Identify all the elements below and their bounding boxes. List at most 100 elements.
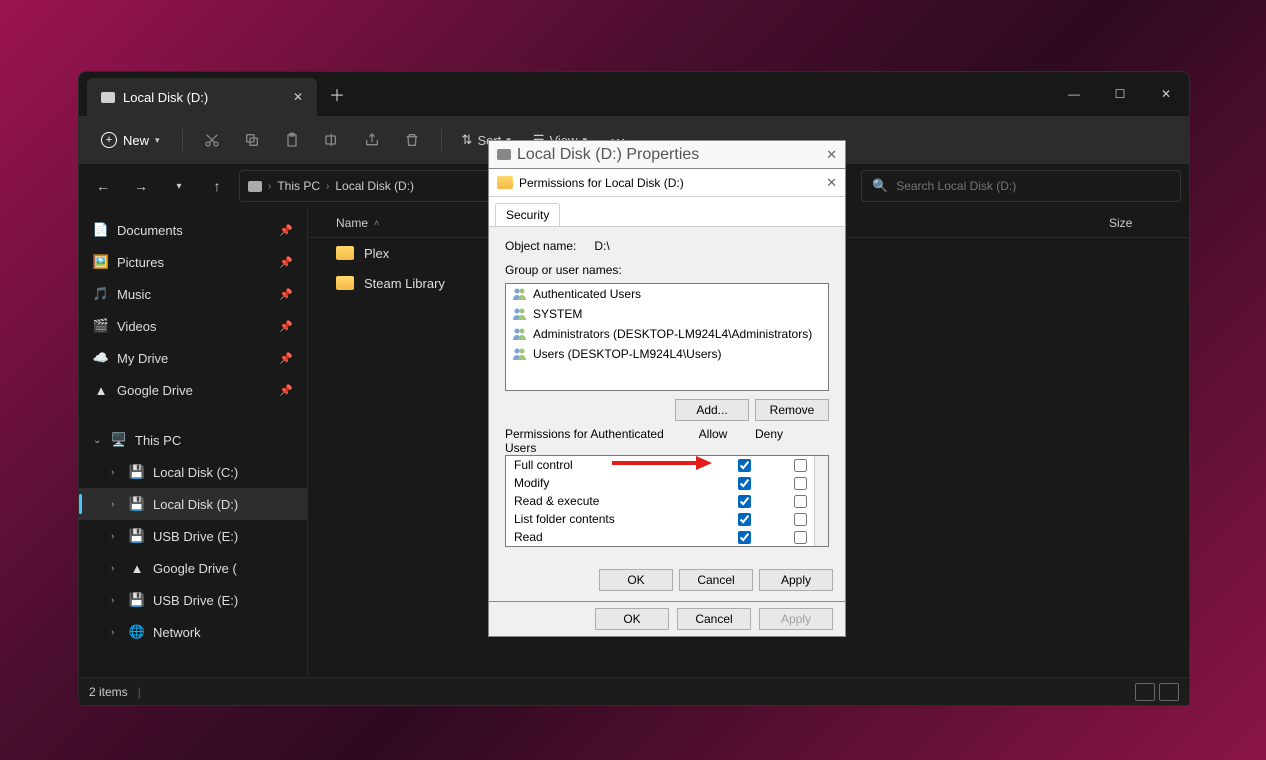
column-size[interactable]: Size <box>1109 216 1189 230</box>
tiles-view-icon[interactable] <box>1159 683 1179 701</box>
paste-icon[interactable] <box>275 123 309 157</box>
properties-title: Local Disk (D:) Properties <box>517 146 699 164</box>
divider <box>441 129 442 151</box>
new-tab-button[interactable]: ＋ <box>317 72 357 116</box>
plus-icon: + <box>101 132 117 148</box>
permission-row: Read <box>506 528 828 546</box>
sidebar-item-my-drive[interactable]: ☁️My Drive📌 <box>79 342 307 374</box>
close-tab-icon[interactable]: ✕ <box>293 90 303 104</box>
user-item[interactable]: Users (DESKTOP-LM924L4\Users) <box>506 344 828 364</box>
usb-icon: 💾 <box>129 592 145 608</box>
add-button[interactable]: Add... <box>675 399 749 421</box>
apply-button[interactable]: Apply <box>759 569 833 591</box>
properties-footer: OK Cancel Apply <box>488 601 846 637</box>
recent-locations-button[interactable]: ▾ <box>163 170 195 202</box>
copy-icon[interactable] <box>235 123 269 157</box>
deny-read-execute-checkbox[interactable] <box>794 495 807 508</box>
users-icon <box>512 347 528 361</box>
sidebar-item-usb-drive[interactable]: ›💾USB Drive (E:) <box>79 520 307 552</box>
deny-modify-checkbox[interactable] <box>794 477 807 490</box>
search-input[interactable] <box>896 179 1170 193</box>
cancel-button[interactable]: Cancel <box>677 608 751 630</box>
sidebar-item-local-disk-c[interactable]: ›💾Local Disk (C:) <box>79 456 307 488</box>
permissions-grid: Full control Modify Read & execute List … <box>505 455 829 547</box>
window-tab[interactable]: Local Disk (D:) ✕ <box>87 78 317 116</box>
pin-icon: 📌 <box>279 256 293 269</box>
forward-button[interactable]: → <box>125 170 157 202</box>
object-name: D:\ <box>594 239 609 253</box>
allow-read-execute-checkbox[interactable] <box>738 495 751 508</box>
sort-asc-icon: ˄ <box>374 218 379 228</box>
deny-header: Deny <box>741 427 797 455</box>
new-button[interactable]: + New ▾ <box>91 126 170 154</box>
chevron-right-icon: › <box>111 595 121 606</box>
ok-button[interactable]: OK <box>599 569 673 591</box>
drive-icon: 💾 <box>129 496 145 512</box>
back-button[interactable]: ← <box>87 170 119 202</box>
deny-list-folder-checkbox[interactable] <box>794 513 807 526</box>
close-button[interactable]: ✕ <box>1143 72 1189 116</box>
minimize-button[interactable]: ― <box>1051 72 1097 116</box>
tab-strip: Security <box>489 197 845 227</box>
pin-icon: 📌 <box>279 384 293 397</box>
titlebar: Local Disk (D:) ✕ ＋ ― ☐ ✕ <box>79 72 1189 116</box>
properties-titlebar: Local Disk (D:) Properties ✕ <box>488 140 846 168</box>
pc-icon: 🖥️ <box>111 432 127 448</box>
deny-read-checkbox[interactable] <box>794 531 807 544</box>
share-icon[interactable] <box>355 123 389 157</box>
maximize-button[interactable]: ☐ <box>1097 72 1143 116</box>
sidebar-item-local-disk-d[interactable]: ›💾Local Disk (D:) <box>79 488 307 520</box>
user-item[interactable]: SYSTEM <box>506 304 828 324</box>
close-icon[interactable]: ✕ <box>826 175 837 191</box>
pin-icon: 📌 <box>279 352 293 365</box>
pin-icon: 📌 <box>279 224 293 237</box>
details-view-icon[interactable] <box>1135 683 1155 701</box>
rename-icon[interactable] <box>315 123 349 157</box>
apply-button[interactable]: Apply <box>759 608 833 630</box>
sidebar-item-pictures[interactable]: 🖼️Pictures📌 <box>79 246 307 278</box>
sidebar: 📄Documents📌 🖼️Pictures📌 🎵Music📌 🎬Videos📌… <box>79 208 307 677</box>
user-item[interactable]: Administrators (DESKTOP-LM924L4\Administ… <box>506 324 828 344</box>
sidebar-item-network[interactable]: ›🌐Network <box>79 616 307 648</box>
user-item[interactable]: Authenticated Users <box>506 284 828 304</box>
sidebar-item-usb-drive-2[interactable]: ›💾USB Drive (E:) <box>79 584 307 616</box>
google-drive-icon: ▲ <box>129 560 145 576</box>
sidebar-item-this-pc[interactable]: ⌄🖥️This PC <box>79 424 307 456</box>
folder-icon <box>497 176 513 189</box>
sidebar-item-music[interactable]: 🎵Music📌 <box>79 278 307 310</box>
breadcrumb-item[interactable]: Local Disk (D:) <box>335 179 414 193</box>
cloud-drive-icon: ☁️ <box>93 350 109 366</box>
breadcrumb-item[interactable]: This PC <box>277 179 320 193</box>
sidebar-item-documents[interactable]: 📄Documents📌 <box>79 214 307 246</box>
cut-icon[interactable] <box>195 123 229 157</box>
sidebar-item-google-drive-mount[interactable]: ›▲Google Drive ( <box>79 552 307 584</box>
folder-icon <box>336 276 354 290</box>
music-icon: 🎵 <box>93 286 109 302</box>
groups-label: Group or user names: <box>505 263 829 277</box>
remove-button[interactable]: Remove <box>755 399 829 421</box>
cancel-button[interactable]: Cancel <box>679 569 753 591</box>
allow-full-control-checkbox[interactable] <box>738 459 751 472</box>
allow-read-checkbox[interactable] <box>738 531 751 544</box>
delete-icon[interactable] <box>395 123 429 157</box>
videos-icon: 🎬 <box>93 318 109 334</box>
users-list[interactable]: Authenticated Users SYSTEM Administrator… <box>505 283 829 391</box>
ok-button[interactable]: OK <box>595 608 669 630</box>
drive-icon <box>497 149 511 160</box>
allow-modify-checkbox[interactable] <box>738 477 751 490</box>
scrollbar[interactable] <box>814 456 828 546</box>
up-button[interactable]: ↑ <box>201 170 233 202</box>
allow-list-folder-checkbox[interactable] <box>738 513 751 526</box>
sidebar-item-videos[interactable]: 🎬Videos📌 <box>79 310 307 342</box>
chevron-right-icon: › <box>111 627 121 638</box>
permission-row: Modify <box>506 474 828 492</box>
sidebar-item-google-drive[interactable]: ▲Google Drive📌 <box>79 374 307 406</box>
search-box[interactable]: 🔍 <box>861 170 1181 202</box>
tab-title: Local Disk (D:) <box>123 90 208 105</box>
close-icon[interactable]: ✕ <box>826 147 837 163</box>
permission-row: List folder contents <box>506 510 828 528</box>
usb-icon: 💾 <box>129 528 145 544</box>
drive-icon: 💾 <box>129 464 145 480</box>
deny-full-control-checkbox[interactable] <box>794 459 807 472</box>
tab-security[interactable]: Security <box>495 203 560 226</box>
